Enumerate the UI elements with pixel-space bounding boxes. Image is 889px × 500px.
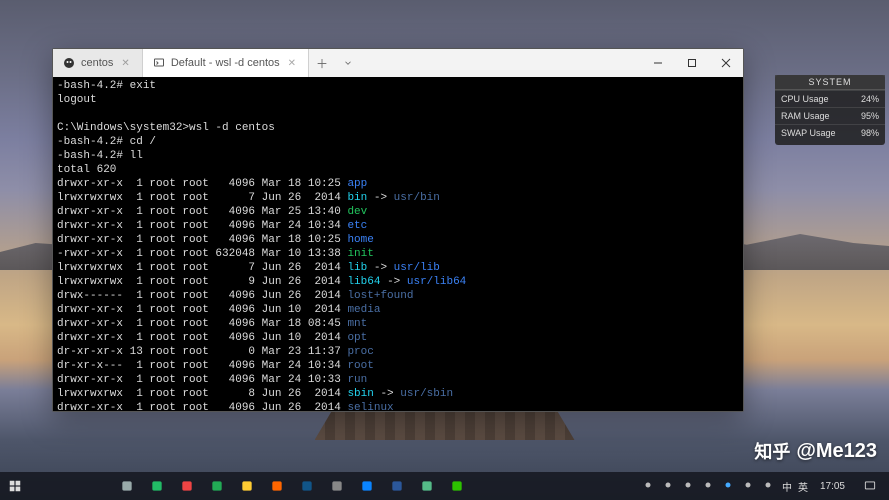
taskbar-app-vscode[interactable] [354,472,380,500]
metric-label: RAM Usage [781,111,830,121]
start-button[interactable] [2,472,28,500]
watermark-user: @Me123 [796,440,877,463]
terminal-window: centos ✕ Default - wsl -d centos ✕ ＋ [52,48,744,412]
taskbar-app-settings[interactable] [324,472,350,500]
ls-row: -rwxr-xr-x 1 root root 632048 Mar 10 13:… [57,247,739,261]
ls-row: lrwxrwxrwx 1 root root 7 Jun 26 2014 bin… [57,191,739,205]
metric-value: 24% [861,94,879,104]
tab-default-wsl[interactable]: Default - wsl -d centos ✕ [143,49,309,77]
tab-label: centos [81,57,113,69]
tray-volume-icon[interactable] [742,479,756,493]
taskbar-app-monitor[interactable] [414,472,440,500]
ls-row: drwxr-xr-x 1 root root 4096 Mar 18 08:45… [57,317,739,331]
sysmon-metric: RAM Usage 95% [775,107,885,124]
tray-bluetooth-icon[interactable] [722,479,736,493]
sysmon-metric: SWAP Usage 98% [775,124,885,141]
ls-row: lrwxrwxrwx 1 root root 9 Jun 26 2014 lib… [57,275,739,289]
taskbar-app-chrome[interactable] [174,472,200,500]
ls-row: dr-xr-xr-x 13 root root 0 Mar 23 11:37 p… [57,345,739,359]
terminal-line [57,107,739,121]
linux-icon [63,57,75,69]
tray-download-icon[interactable] [702,479,716,493]
ls-row: dr-xr-x--- 1 root root 4096 Mar 24 10:34… [57,359,739,373]
taskbar-app-files[interactable] [234,472,260,500]
ls-row: lrwxrwxrwx 1 root root 7 Jun 26 2014 lib… [57,261,739,275]
ls-row: drwxr-xr-x 1 root root 4096 Mar 18 10:25… [57,177,739,191]
taskbar-app-word[interactable] [384,472,410,500]
metric-label: CPU Usage [781,94,829,104]
tab-label: Default - wsl -d centos [171,57,280,69]
terminal-line: logout [57,93,739,107]
watermark: 知乎 @Me123 [754,438,877,464]
terminal-icon [153,57,165,69]
tray-chevron-up-icon[interactable] [642,479,656,493]
taskbar-clock[interactable]: 17:05 [814,481,851,492]
tray-wifi-icon[interactable] [762,479,776,493]
terminal-line: -bash-4.2# ll [57,149,739,163]
minimize-button[interactable] [641,49,675,77]
terminal-line: total 620 [57,163,739,177]
terminal-line: -bash-4.2# cd / [57,135,739,149]
terminal-output[interactable]: -bash-4.2# exitlogout C:\Windows\system3… [53,77,743,411]
ls-row: lrwxrwxrwx 1 root root 8 Jun 26 2014 sbi… [57,387,739,401]
taskbar-app-wechat[interactable] [444,472,470,500]
metric-label: SWAP Usage [781,128,836,138]
ls-row: drwxr-xr-x 1 root root 4096 Mar 24 10:34… [57,219,739,233]
taskbar-app-xbox[interactable] [204,472,230,500]
ls-row: drwxr-xr-x 1 root root 4096 Mar 24 10:33… [57,373,739,387]
terminal-line: C:\Windows\system32>wsl -d centos [57,121,739,135]
close-icon[interactable]: ✕ [119,58,131,69]
close-button[interactable] [709,49,743,77]
ls-row: drwxr-xr-x 1 root root 4096 Mar 18 10:25… [57,233,739,247]
tray-apps-icon[interactable] [682,479,696,493]
sysmon-metric: CPU Usage 24% [775,90,885,107]
metric-value: 95% [861,111,879,121]
ls-row: drwxr-xr-x 1 root root 4096 Jun 10 2014 … [57,303,739,317]
taskbar-app-windows-terminal[interactable] [294,472,320,500]
taskbar-app-firefox[interactable] [264,472,290,500]
ls-row: drwxr-xr-x 1 root root 4096 Jun 26 2014 … [57,401,739,411]
taskbar-app-terminal[interactable] [144,472,170,500]
notifications-button[interactable] [857,472,883,500]
metric-value: 98% [861,128,879,138]
watermark-site: 知乎 [754,438,790,464]
ls-row: drwxr-xr-x 1 root root 4096 Jun 10 2014 … [57,331,739,345]
system-monitor-widget: SYSTEM CPU Usage 24% RAM Usage 95% SWAP Usag… [775,75,885,145]
close-icon[interactable]: ✕ [286,58,298,69]
sysmon-title: SYSTEM [775,75,885,90]
taskbar-app-task-view[interactable] [114,472,140,500]
ime-mode[interactable]: 英 [798,479,808,494]
maximize-button[interactable] [675,49,709,77]
desktop: centos ✕ Default - wsl -d centos ✕ ＋ [0,0,889,500]
taskbar: 中 英 17:05 [0,472,889,500]
ls-row: drwxr-xr-x 1 root root 4096 Mar 25 13:40… [57,205,739,219]
tab-centos[interactable]: centos ✕ [53,49,143,77]
terminal-line: -bash-4.2# exit [57,79,739,93]
ls-row: drwx------ 1 root root 4096 Jun 26 2014 … [57,289,739,303]
titlebar: centos ✕ Default - wsl -d centos ✕ ＋ [53,49,743,77]
new-tab-button[interactable]: ＋ [309,49,335,77]
tab-dropdown[interactable] [335,49,361,77]
ime-language[interactable]: 中 [782,479,792,494]
tray-battery-icon[interactable] [662,479,676,493]
